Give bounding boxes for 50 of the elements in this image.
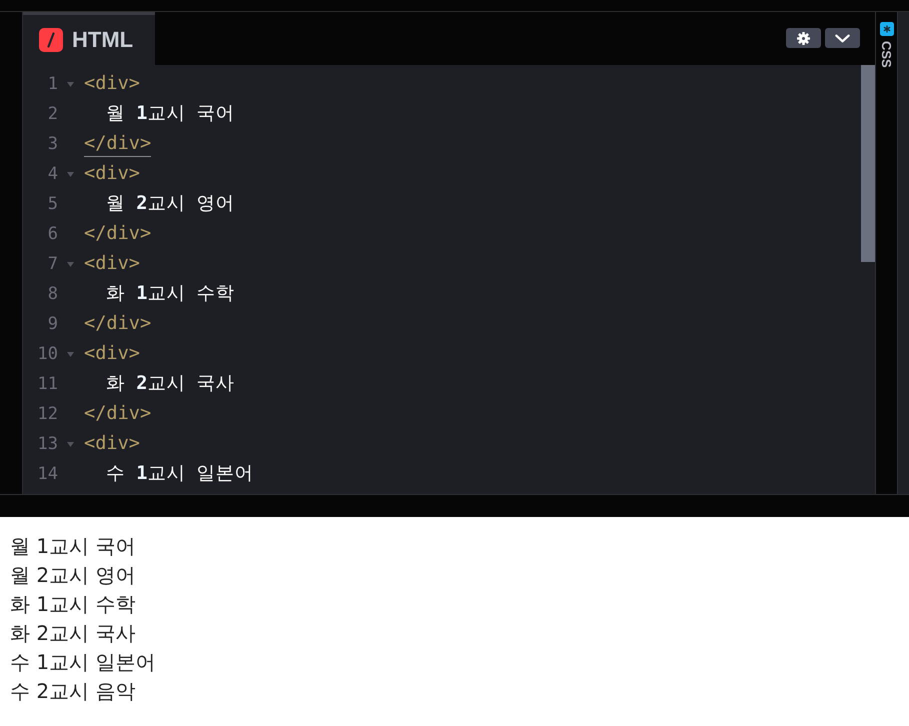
output-line: 월 2교시 영어 [10, 562, 136, 589]
code-line: 월 2교시 영어 [106, 192, 235, 216]
line-number: 14 [36, 463, 58, 485]
line-number: 13 [36, 433, 58, 455]
line-number: 10 [36, 343, 58, 365]
output-line: 화 2교시 국사 [10, 620, 136, 647]
code-line: 월 1교시 국어 [106, 102, 235, 126]
code-line: </div> [84, 222, 152, 246]
output-line: 수 2교시 음악 [10, 678, 136, 705]
line-number: 3 [46, 133, 58, 155]
code-editor[interactable]: 1 <div> 2 월 1교시 국어 3 </div> 4 <div> 5 월 2교시 영어 6 </div> 7 <div> 8 화 1교시 수학 9 </div> 10 <div> 11 화 2교시 국사 12 </div> 13 <div> 14 수 1교시 일본어 [23, 65, 875, 494]
code-line: </div> [84, 132, 152, 156]
line-number: 8 [46, 283, 58, 305]
collapse-button[interactable] [825, 28, 860, 48]
line-number: 11 [36, 373, 58, 395]
css-tab[interactable]: CSS [879, 22, 894, 68]
code-line: <div> [84, 342, 140, 366]
fold-arrow-icon[interactable] [67, 262, 74, 266]
code-line: </div> [84, 402, 152, 426]
fold-arrow-icon[interactable] [67, 82, 74, 86]
line-number: 12 [36, 403, 58, 425]
scrollbar-thumb[interactable] [861, 65, 875, 262]
fold-arrow-icon[interactable] [67, 172, 74, 176]
line-number: 1 [46, 73, 58, 95]
code-line: 화 2교시 국사 [106, 372, 235, 396]
line-number: 6 [46, 223, 58, 245]
line-number: 2 [46, 103, 58, 125]
output-line: 수 1교시 일본어 [10, 649, 156, 676]
line-number: 4 [46, 163, 58, 185]
fold-arrow-icon[interactable] [67, 352, 74, 356]
output-line: 월 1교시 국어 [10, 533, 136, 560]
html-tab[interactable]: HTML [23, 12, 155, 65]
code-line: 수 1교시 일본어 [106, 462, 254, 486]
code-line: </div> [84, 312, 152, 336]
html-logo-icon [39, 28, 63, 52]
settings-icon [797, 32, 810, 44]
line-number: 5 [46, 193, 58, 215]
settings-button[interactable] [786, 28, 821, 48]
code-line: <div> [84, 162, 140, 186]
css-badge-icon [880, 22, 894, 36]
fold-arrow-icon[interactable] [67, 442, 74, 446]
code-line: <div> [84, 72, 140, 96]
resize-bar[interactable] [0, 494, 909, 517]
chevron-down-icon [835, 34, 850, 42]
output-line: 화 1교시 수학 [10, 591, 136, 618]
code-line: <div> [84, 252, 140, 276]
code-line: <div> [84, 432, 140, 456]
line-number: 9 [46, 313, 58, 335]
code-line: 화 1교시 수학 [106, 282, 235, 306]
line-number: 7 [46, 253, 58, 275]
